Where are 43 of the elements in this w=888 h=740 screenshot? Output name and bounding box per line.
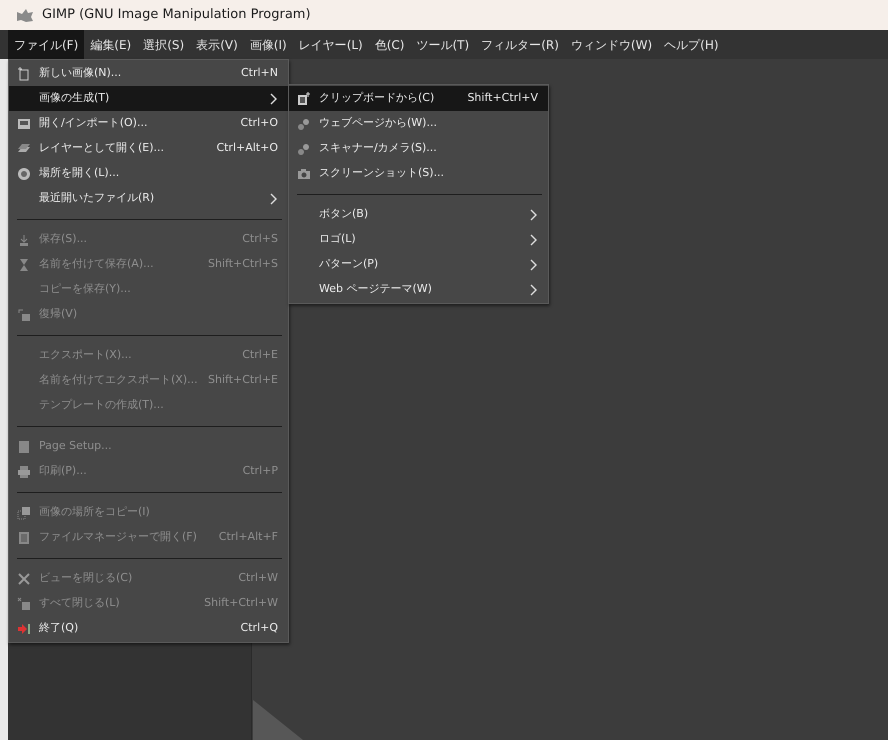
hourglass-icon xyxy=(17,258,31,272)
printer-icon xyxy=(17,464,31,478)
menu-item[interactable]: スクリーンショット(S)... xyxy=(289,161,548,186)
menu-bar-item[interactable]: 編集(E) xyxy=(84,30,138,59)
save-icon xyxy=(17,232,31,246)
menu-item[interactable]: ロゴ(L) xyxy=(289,227,548,252)
menu-item[interactable]: 場所を開く(L)... xyxy=(9,161,288,186)
menu-bar-item[interactable]: ファイル(F) xyxy=(8,30,84,59)
revert-icon xyxy=(17,308,31,322)
copy-icon xyxy=(17,506,31,520)
triangle-shape xyxy=(253,700,303,740)
menu-item[interactable]: 最近開いたファイル(R) xyxy=(9,186,288,211)
menu-item[interactable]: レイヤーとして開く(E)... Ctrl+Alt+O xyxy=(9,136,288,161)
window-title: GIMP (GNU Image Manipulation Program) xyxy=(42,6,311,24)
menu-item[interactable]: ウェブページから(W)... xyxy=(289,111,548,136)
menu-item[interactable]: パターン(P) xyxy=(289,252,548,277)
menu-bar-item[interactable]: ヘルプ(H) xyxy=(658,30,725,59)
menu-item[interactable]: クリップボードから(C) Shift+Ctrl+V xyxy=(289,86,548,111)
menu-item[interactable]: ボタン(B) xyxy=(289,202,548,227)
new-page-icon xyxy=(17,66,31,80)
menu-item[interactable]: スキャナー/カメラ(S)... xyxy=(289,136,548,161)
menu-bar-item[interactable]: 画像(I) xyxy=(244,30,293,59)
page-icon xyxy=(17,440,31,454)
exit-icon xyxy=(17,622,31,636)
file-icon xyxy=(17,530,31,544)
menu-item[interactable]: 画像の生成(T) xyxy=(9,86,288,111)
folder-icon xyxy=(17,116,31,130)
camera-icon xyxy=(297,166,311,180)
menu-item[interactable]: 終了(Q) Ctrl+Q xyxy=(9,616,288,641)
menu-item[interactable]: 開く/インポート(O)... Ctrl+O xyxy=(9,111,288,136)
menu-bar-item[interactable]: 表示(V) xyxy=(190,30,244,59)
close-icon xyxy=(17,572,31,586)
menu-item[interactable]: 新しい画像(N)... Ctrl+N xyxy=(9,61,288,86)
menu-bar-item[interactable]: 色(C) xyxy=(368,30,410,59)
app-icon xyxy=(16,8,34,22)
menu-bar-item[interactable]: レイヤー(L) xyxy=(292,30,369,59)
menu-bar-item[interactable]: ツール(T) xyxy=(410,30,476,59)
menu-bar-item[interactable]: フィルター(R) xyxy=(475,30,565,59)
close-all-icon xyxy=(17,596,31,610)
clipboard-icon xyxy=(297,92,311,106)
menu-bar-item[interactable]: 選択(S) xyxy=(137,30,190,59)
menu-item[interactable]: Web ページテーマ(W) xyxy=(289,277,548,302)
menu-bar-item[interactable]: ウィンドウ(W) xyxy=(564,30,658,59)
